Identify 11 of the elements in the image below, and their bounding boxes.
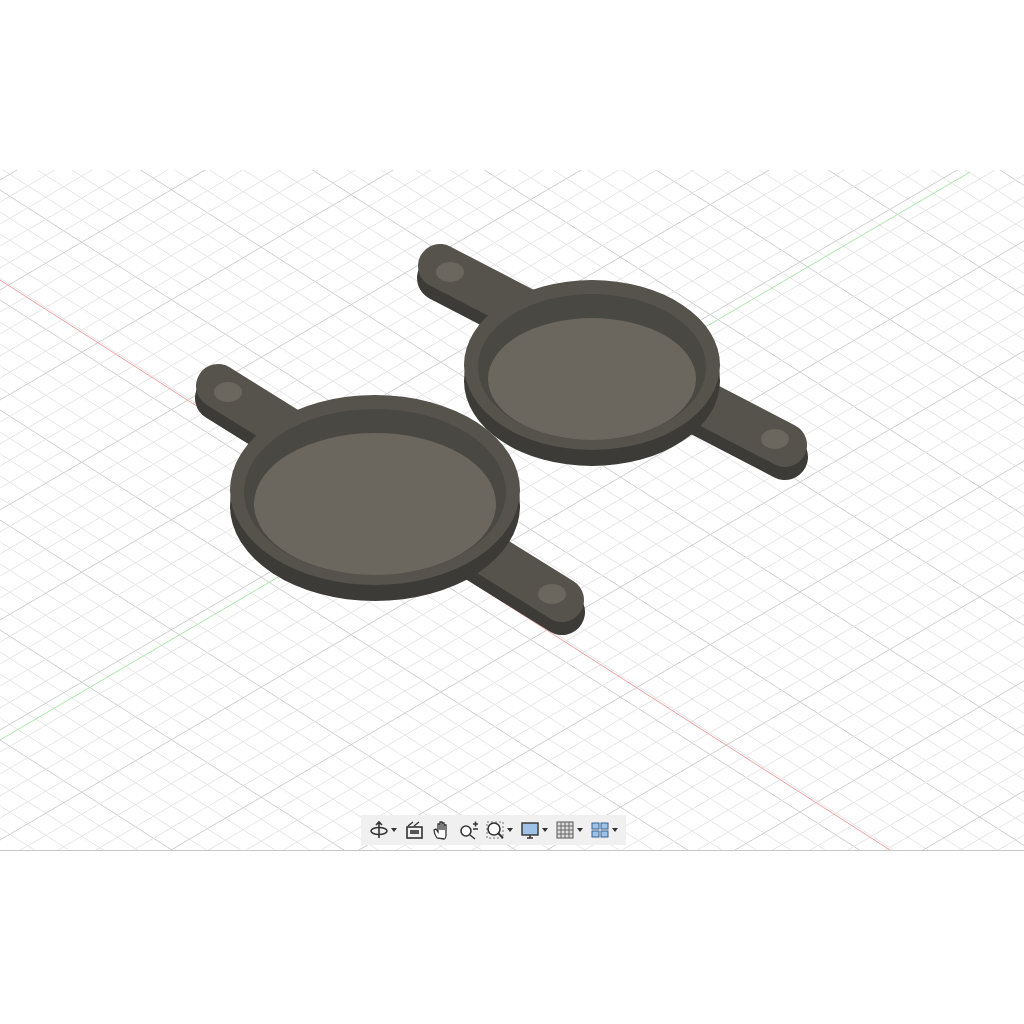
viewports-icon: [590, 820, 610, 840]
window-icon: [404, 820, 424, 840]
orbit-icon: [369, 820, 389, 840]
monitor-icon: [520, 820, 540, 840]
3d-model-drawing[interactable]: [417, 244, 808, 480]
zoom-window-icon: [485, 820, 505, 840]
grid-button[interactable]: [553, 818, 585, 842]
grid-icon: [555, 820, 575, 840]
zoom-icon: [458, 820, 478, 840]
3d-viewport[interactable]: [0, 170, 1024, 851]
fit-button[interactable]: [483, 818, 515, 842]
